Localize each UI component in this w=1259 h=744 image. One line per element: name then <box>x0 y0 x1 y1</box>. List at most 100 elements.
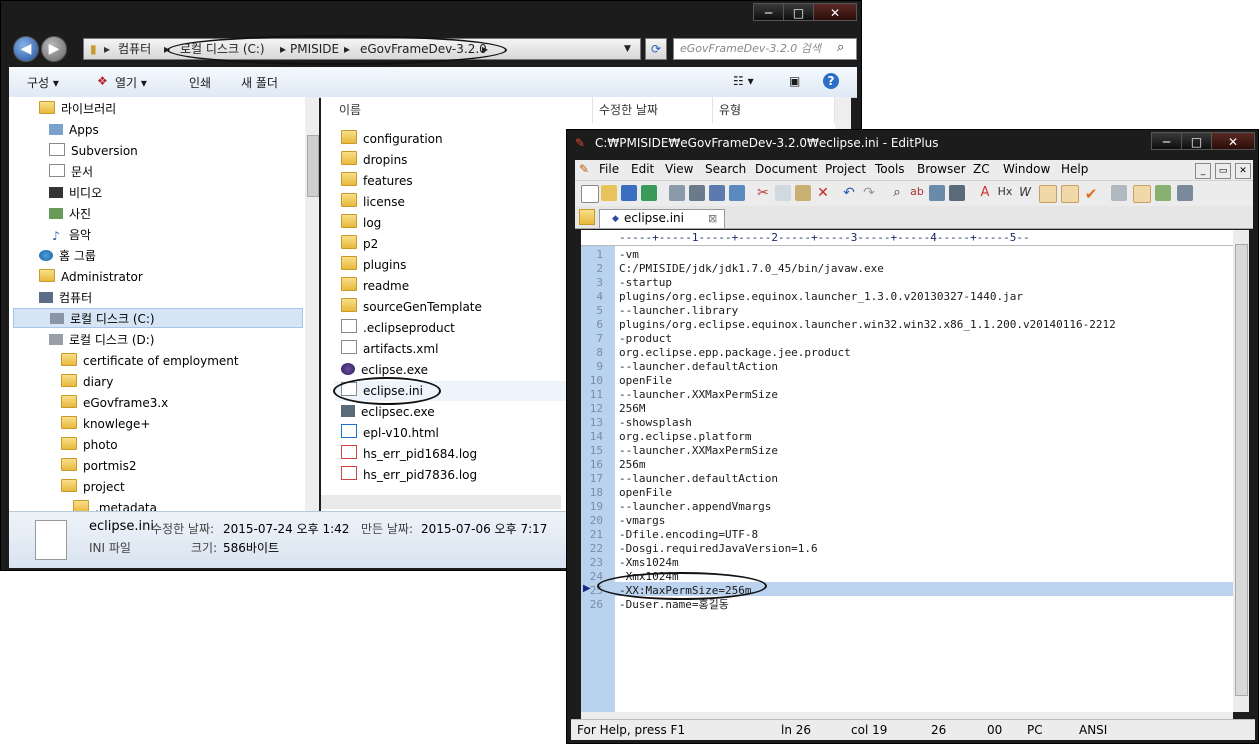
hex-view-icon[interactable]: Hx <box>997 185 1013 201</box>
code-line[interactable]: -Duser.name=홍길동 <box>619 598 729 612</box>
print-icon[interactable] <box>689 185 705 201</box>
list-item[interactable]: epl-v10.html <box>341 423 439 443</box>
code-line[interactable]: -vmargs <box>619 514 665 528</box>
maximize-button[interactable]: □ <box>1181 132 1212 150</box>
column-header-modified[interactable]: 수정한 날짜 <box>593 97 713 123</box>
menu-window[interactable]: Window <box>1003 162 1050 176</box>
directory-window-icon[interactable] <box>1111 185 1127 201</box>
code-line[interactable]: --launcher.appendVmargs <box>619 500 771 514</box>
list-item[interactable]: artifacts.xml <box>341 339 438 359</box>
tab-close-icon[interactable]: ⊠ <box>708 210 717 227</box>
folder-icon[interactable] <box>579 209 595 225</box>
print-button[interactable]: 인쇄 <box>189 74 211 91</box>
goto-line-icon[interactable] <box>949 185 965 201</box>
breadcrumb-computer[interactable]: 컴퓨터 <box>118 39 151 59</box>
code-line[interactable]: -vm <box>619 248 639 262</box>
list-item[interactable]: dropins <box>341 150 407 170</box>
tree-item-folder[interactable]: eGovframe3.x <box>61 393 168 413</box>
list-item[interactable]: p2 <box>341 234 378 254</box>
menu-edit[interactable]: Edit <box>631 162 654 176</box>
menu-help[interactable]: Help <box>1061 162 1088 176</box>
menu-file[interactable]: File <box>599 162 619 176</box>
list-item[interactable]: readme <box>341 276 409 296</box>
code-line[interactable]: -startup <box>619 276 672 290</box>
code-line[interactable]: --launcher.XXMaxPermSize <box>619 444 778 458</box>
minimize-button[interactable]: ─ <box>753 3 784 21</box>
tree-item-folder[interactable]: knowlege+ <box>61 414 150 434</box>
minimize-button[interactable]: ─ <box>1151 132 1182 150</box>
list-item[interactable]: plugins <box>341 255 406 275</box>
code-line[interactable]: -product <box>619 332 672 346</box>
word-wrap-icon[interactable]: W <box>1017 185 1033 201</box>
file-list-hscrollbar[interactable] <box>321 495 561 509</box>
code-line[interactable]: 256m <box>619 458 646 472</box>
delete-icon[interactable]: ✕ <box>815 185 831 201</box>
code-line[interactable]: org.eclipse.platform <box>619 430 751 444</box>
menu-browser[interactable]: Browser <box>917 162 966 176</box>
preview-pane-icon[interactable]: ▣ <box>789 74 800 88</box>
print-preview-icon[interactable] <box>669 185 685 201</box>
tree-item-music[interactable]: ♪ 음악 <box>49 225 91 245</box>
back-arrow-icon[interactable]: ◀ <box>13 36 39 62</box>
list-item[interactable]: features <box>341 171 413 191</box>
tree-item-folder[interactable]: diary <box>61 372 113 392</box>
tree-item-videos[interactable]: 비디오 <box>49 183 102 203</box>
list-item[interactable]: configuration <box>341 129 443 149</box>
tree-item-subversion[interactable]: Subversion <box>49 141 138 161</box>
list-item[interactable]: eclipsec.exe <box>341 402 435 422</box>
tree-item-apps[interactable]: Apps <box>49 120 99 140</box>
code-line[interactable]: -Dfile.encoding=UTF-8 <box>619 528 758 542</box>
save-all-icon[interactable] <box>641 185 657 201</box>
code-line[interactable]: -Xms1024m <box>619 556 679 570</box>
refresh-icon[interactable]: ⟳ <box>645 38 667 60</box>
tree-item-folder[interactable]: .metadata <box>73 498 157 511</box>
search-input[interactable]: eGovFrameDev-3.2.0 검색 <box>673 38 857 60</box>
copy-icon[interactable] <box>775 185 791 201</box>
open-file-icon[interactable] <box>601 185 617 201</box>
code-line[interactable]: org.eclipse.epp.package.jee.product <box>619 346 851 360</box>
new-folder-button[interactable]: 새 폴더 <box>241 74 278 91</box>
doc-close-button[interactable]: ✕ <box>1235 163 1251 179</box>
scrollbar-thumb[interactable] <box>307 135 319 197</box>
tree-item-folder[interactable]: certificate of employment <box>61 351 239 371</box>
code-line[interactable]: plugins/org.eclipse.equinox.launcher_1.3… <box>619 290 1023 304</box>
tree-item-local-disk-c[interactable]: 로컬 디스크 (C:) <box>13 308 303 328</box>
tree-item-folder[interactable]: project <box>61 477 125 497</box>
tab-eclipse-ini[interactable]: ◆ eclipse.ini ⊠ <box>599 209 725 228</box>
cliptext-window-icon[interactable] <box>1133 185 1151 203</box>
code-line[interactable]: -Dosgi.requiredJavaVersion=1.6 <box>619 542 818 556</box>
menu-zc[interactable]: ZC <box>973 162 990 176</box>
code-line[interactable]: openFile <box>619 374 672 388</box>
tree-item-computer[interactable]: 컴퓨터 <box>39 288 92 308</box>
cut-icon[interactable]: ✂ <box>755 185 771 201</box>
ruler-icon[interactable] <box>1061 185 1079 203</box>
spellcheck-icon[interactable] <box>709 185 725 201</box>
undo-icon[interactable]: ↶ <box>841 185 857 201</box>
tree-item-pictures[interactable]: 사진 <box>49 204 91 224</box>
tree-item-folder[interactable]: portmis2 <box>61 456 137 476</box>
address-dropdown-icon[interactable]: ▼ <box>624 39 631 59</box>
list-item[interactable]: license <box>341 192 405 212</box>
code-line[interactable]: 256M <box>619 402 646 416</box>
help-icon[interactable]: ? <box>823 73 839 89</box>
tree-item-library[interactable]: 라이브러리 <box>39 99 116 119</box>
new-file-icon[interactable] <box>581 185 599 203</box>
paste-icon[interactable] <box>795 185 811 201</box>
code-line[interactable]: --launcher.defaultAction <box>619 472 778 486</box>
menu-document[interactable]: Document <box>755 162 817 176</box>
menu-view[interactable]: View <box>665 162 693 176</box>
replace-icon[interactable]: ab <box>909 185 925 201</box>
list-item[interactable]: hs_err_pid7836.log <box>341 465 477 485</box>
menu-tools[interactable]: Tools <box>875 162 905 176</box>
find-in-files-icon[interactable] <box>929 185 945 201</box>
tree-item-documents[interactable]: 문서 <box>49 162 93 182</box>
open-button[interactable]: 열기 ▾ <box>115 74 147 91</box>
line-number-icon[interactable] <box>1039 185 1057 203</box>
column-header-name[interactable]: 이름 <box>333 97 593 123</box>
redo-icon[interactable]: ↷ <box>861 185 877 201</box>
search-icon[interactable]: ⌕ <box>837 40 844 55</box>
forward-arrow-icon[interactable]: ▶ <box>41 36 67 62</box>
code-line[interactable]: C:/PMISIDE/jdk/jdk1.7.0_45/bin/javaw.exe <box>619 262 884 276</box>
maximize-button[interactable]: □ <box>783 3 814 21</box>
save-icon[interactable] <box>621 185 637 201</box>
